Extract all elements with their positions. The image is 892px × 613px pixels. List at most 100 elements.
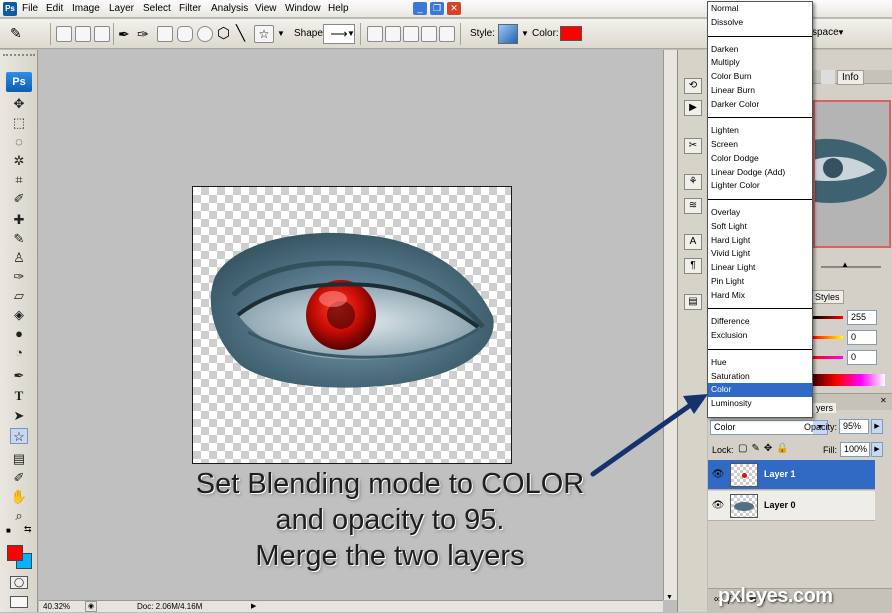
- tool-presets-icon[interactable]: ✂: [684, 138, 702, 154]
- clone-source-icon[interactable]: ⚘: [684, 174, 702, 190]
- blend-mode-option-color[interactable]: Color: [708, 383, 812, 397]
- fill-pixels-icon[interactable]: [94, 26, 110, 42]
- menu-image[interactable]: Image: [72, 3, 100, 14]
- status-menu-arrow-icon[interactable]: ▶: [251, 602, 256, 610]
- blend-mode-option-color-burn[interactable]: Color Burn: [708, 70, 812, 84]
- subtract-area-icon[interactable]: [403, 26, 419, 42]
- paragraph-panel-icon[interactable]: ¶: [684, 258, 702, 274]
- brushes-icon[interactable]: ≋: [684, 198, 702, 214]
- exclude-area-icon[interactable]: [439, 26, 455, 42]
- tab-info[interactable]: Info: [837, 70, 864, 85]
- eyedropper-tool-icon[interactable]: ✐: [10, 191, 28, 207]
- blend-mode-option-color-dodge[interactable]: Color Dodge: [708, 152, 812, 166]
- shape-layers-icon[interactable]: [56, 26, 72, 42]
- blend-mode-option-luminosity[interactable]: Luminosity: [708, 397, 812, 411]
- path-selection-tool-icon[interactable]: ➤: [10, 408, 28, 424]
- layer-comps-icon[interactable]: ▤: [684, 294, 702, 310]
- blend-mode-option-pin-light[interactable]: Pin Light: [708, 275, 812, 289]
- menu-edit[interactable]: Edit: [46, 3, 63, 14]
- blend-mode-option-overlay[interactable]: Overlay: [708, 206, 812, 220]
- chevron-down-icon[interactable]: ▼: [837, 28, 845, 37]
- blue-value[interactable]: 0: [847, 350, 877, 365]
- blend-mode-option-hue[interactable]: Hue: [708, 356, 812, 370]
- blend-mode-option-saturation[interactable]: Saturation: [708, 370, 812, 384]
- blend-mode-option-vivid-light[interactable]: Vivid Light: [708, 247, 812, 261]
- blend-mode-option-hard-light[interactable]: Hard Light: [708, 234, 812, 248]
- blend-mode-option-dissolve[interactable]: Dissolve: [708, 16, 812, 30]
- marquee-tool-icon[interactable]: ⬚: [10, 115, 28, 131]
- zoom-slider[interactable]: [821, 266, 881, 268]
- menu-analysis[interactable]: Analysis: [211, 3, 248, 14]
- eraser-tool-icon[interactable]: ▱: [10, 288, 28, 304]
- layer-1-name[interactable]: Layer 1: [764, 469, 796, 479]
- freeform-pen-icon[interactable]: ✑: [137, 26, 149, 43]
- history-panel-icon[interactable]: ⟲: [684, 78, 702, 94]
- menu-window[interactable]: Window: [285, 3, 321, 14]
- custom-shape-tool-icon[interactable]: ☆: [10, 428, 28, 444]
- history-brush-tool-icon[interactable]: ✑: [10, 269, 28, 285]
- default-colors-icon[interactable]: ■: [6, 526, 11, 535]
- visibility-eye-icon[interactable]: 👁: [711, 500, 725, 512]
- blend-mode-option-darker-color[interactable]: Darker Color: [708, 98, 812, 112]
- zoom-level[interactable]: 40.32%: [43, 602, 70, 611]
- chevron-down-icon[interactable]: ▼: [277, 29, 285, 38]
- actions-panel-icon[interactable]: ▶: [684, 100, 702, 116]
- type-tool-icon[interactable]: T: [10, 388, 28, 404]
- quick-mask-icon[interactable]: ◯: [10, 576, 28, 589]
- blend-mode-option-lighter-color[interactable]: Lighter Color: [708, 179, 812, 193]
- status-icon[interactable]: ◉: [85, 601, 97, 612]
- visibility-eye-icon[interactable]: 👁: [711, 469, 725, 481]
- tab-layers[interactable]: yers: [813, 403, 837, 413]
- paths-icon[interactable]: [75, 26, 91, 42]
- blend-mode-dropdown[interactable]: Normal Dissolve Darken Multiply Color Burn Li…: [707, 1, 813, 418]
- blur-tool-icon[interactable]: ●: [10, 326, 28, 342]
- foreground-color-swatch[interactable]: [7, 545, 23, 561]
- tab-navigator[interactable]: [821, 70, 835, 84]
- photoshop-app-icon[interactable]: Ps: [3, 2, 17, 16]
- rectangle-icon[interactable]: [157, 26, 173, 42]
- move-tool-icon[interactable]: ✥: [10, 96, 28, 112]
- blend-mode-option-lighten[interactable]: Lighten: [708, 124, 812, 138]
- character-panel-icon[interactable]: A: [684, 234, 702, 250]
- blue-slider[interactable]: [813, 356, 843, 359]
- chevron-down-icon[interactable]: ▼: [347, 29, 355, 38]
- healing-brush-tool-icon[interactable]: ✚: [10, 212, 28, 228]
- rounded-rectangle-icon[interactable]: [177, 26, 193, 42]
- new-area-icon[interactable]: [367, 26, 383, 42]
- panel-close-icon[interactable]: ✕: [880, 396, 887, 405]
- close-icon[interactable]: ✕: [447, 2, 461, 15]
- green-value[interactable]: 0: [847, 330, 877, 345]
- menu-view[interactable]: View: [255, 3, 277, 14]
- tool-preset-icon[interactable]: ✎: [10, 25, 26, 41]
- ellipse-icon[interactable]: [197, 26, 213, 42]
- fill-field[interactable]: 100%: [840, 442, 870, 457]
- layer-row-0[interactable]: 👁 Layer 0: [708, 491, 875, 521]
- blend-mode-option-exclusion[interactable]: Exclusion: [708, 329, 812, 343]
- swap-colors-icon[interactable]: ⇆: [24, 524, 32, 535]
- chevron-down-icon[interactable]: ▼: [521, 29, 529, 38]
- polygon-icon[interactable]: ⬡: [217, 24, 230, 42]
- style-swatch[interactable]: [498, 24, 518, 44]
- blend-mode-option-hard-mix[interactable]: Hard Mix: [708, 289, 812, 303]
- menu-help[interactable]: Help: [328, 3, 349, 14]
- opacity-arrow-icon[interactable]: ▶: [871, 419, 883, 434]
- minimize-icon[interactable]: _: [413, 2, 427, 15]
- fill-arrow-icon[interactable]: ▶: [871, 442, 883, 457]
- color-swatch[interactable]: [560, 26, 582, 41]
- layer-row-1[interactable]: 👁 Layer 1: [708, 460, 875, 490]
- tab-styles[interactable]: Styles: [811, 290, 844, 304]
- blend-mode-option-darken[interactable]: Darken: [708, 43, 812, 57]
- blend-mode-option-linear-light[interactable]: Linear Light: [708, 261, 812, 275]
- blend-mode-option-normal[interactable]: Normal: [708, 2, 812, 16]
- notes-tool-icon[interactable]: ▤: [10, 451, 28, 467]
- blend-mode-option-linear-dodge-add[interactable]: Linear Dodge (Add): [708, 166, 812, 180]
- menu-layer[interactable]: Layer: [109, 3, 134, 14]
- blend-mode-option-multiply[interactable]: Multiply: [708, 56, 812, 70]
- hand-tool-icon[interactable]: ✋: [10, 489, 28, 505]
- lock-icons[interactable]: ▢✎✥🔒: [738, 443, 793, 454]
- red-value[interactable]: 255: [847, 310, 877, 325]
- scroll-down-icon[interactable]: ▼: [666, 594, 673, 601]
- pen-icon[interactable]: ✒: [118, 26, 130, 43]
- blend-mode-option-screen[interactable]: Screen: [708, 138, 812, 152]
- add-area-icon[interactable]: [385, 26, 401, 42]
